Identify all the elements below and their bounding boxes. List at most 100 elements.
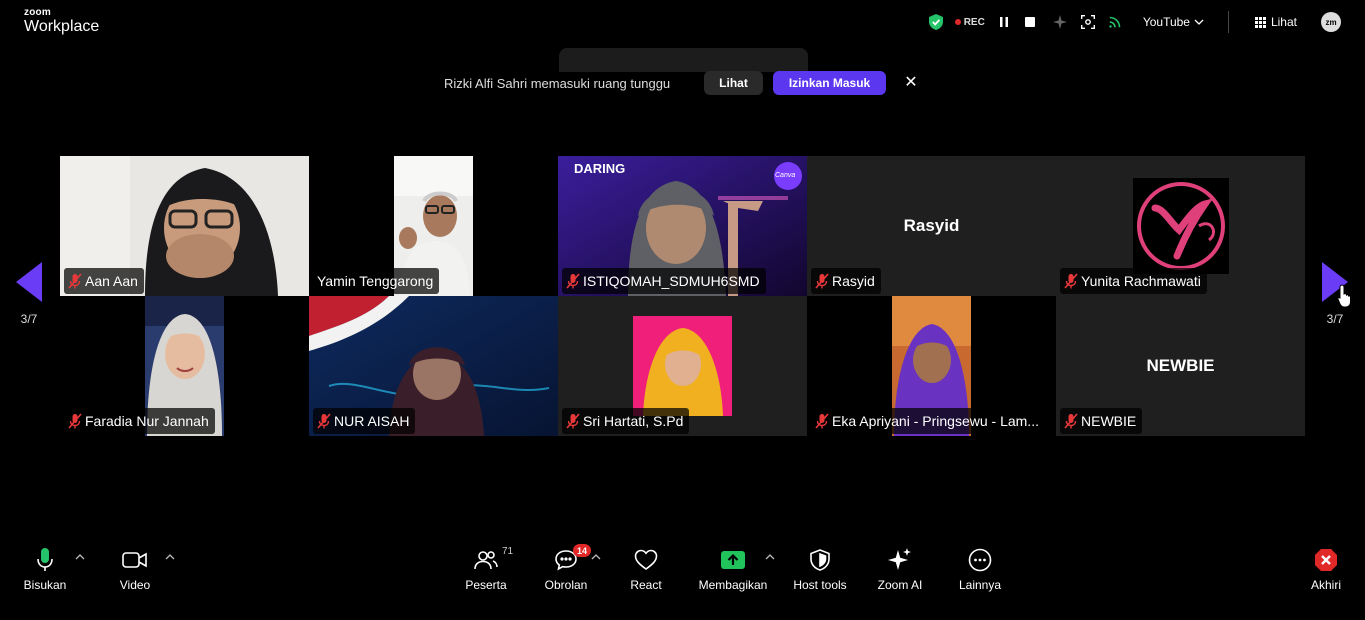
mic-muted-icon (566, 413, 580, 429)
stream-destination-dropdown[interactable]: YouTube (1143, 15, 1204, 29)
participant-tile[interactable]: Yamin Tenggarong (309, 156, 558, 296)
participants-button[interactable]: 71 Peserta (462, 546, 514, 592)
participant-tile[interactable]: NEWBIE NEWBIE (1056, 296, 1305, 436)
top-bar-controls: REC YouTube Lihat zm (928, 0, 1365, 44)
mic-muted-icon (815, 273, 829, 289)
microphone-icon (37, 548, 53, 571)
mute-button[interactable]: Bisukan (24, 546, 66, 592)
participant-name-tag: Yunita Rachmawati (1060, 268, 1207, 294)
view-menu-label: Lihat (1270, 15, 1297, 29)
participants-label: Peserta (465, 578, 507, 592)
ai-companion-button[interactable] (1052, 0, 1067, 44)
participant-name-tag: Rasyid (811, 268, 881, 294)
view-menu-button[interactable]: Lihat (1254, 15, 1297, 29)
record-dot-icon (954, 19, 961, 25)
zoom-ai-label: Zoom AI (877, 578, 923, 592)
page-indicator-left: 3/7 (20, 312, 38, 326)
share-screen-button[interactable]: Membagikan (696, 546, 770, 592)
share-options-chevron-icon[interactable] (765, 554, 775, 560)
participant-tile[interactable]: Yunita Rachmawati (1056, 156, 1305, 296)
participant-tile[interactable]: NUR AISAH (309, 296, 558, 436)
grid-icon (1254, 16, 1266, 28)
participant-tile[interactable]: Faradia Nur Jannah (60, 296, 309, 436)
participant-name: Yamin Tenggarong (317, 273, 434, 289)
mute-label: Bisukan (23, 578, 67, 592)
participant-tile[interactable]: DARING Canva ISTIQOMAH_SDMUH6SMD (558, 156, 807, 296)
participant-name: NEWBIE (1081, 413, 1137, 429)
rec-label: REC (963, 16, 985, 28)
mic-muted-icon (1064, 273, 1078, 289)
participant-name: Aan Aan (85, 273, 138, 289)
chevron-down-icon (1194, 19, 1204, 25)
pause-icon (999, 17, 1008, 27)
chat-options-chevron-icon[interactable] (591, 554, 601, 560)
waiting-room-message: Rizki Alfi Sahri memasuki ruang tunggu (444, 75, 671, 91)
react-button[interactable]: React (626, 546, 666, 592)
page-indicator-right: 3/7 (1326, 312, 1344, 326)
participant-name: NUR AISAH (334, 413, 410, 429)
focus-icon (1080, 15, 1095, 29)
recording-indicator: REC (954, 16, 985, 28)
host-tools-button[interactable]: Host tools (790, 546, 850, 592)
pause-recording-button[interactable] (999, 0, 1009, 44)
end-label: Akhiri (1310, 578, 1341, 592)
mic-options-chevron-icon[interactable] (75, 554, 85, 560)
video-button[interactable]: Video (114, 546, 156, 592)
participant-name-tag: Eka Apriyani - Pringsewu - Lam... (811, 408, 1045, 434)
mic-muted-icon (317, 413, 331, 429)
more-button[interactable]: Lainnya (954, 546, 1006, 592)
participant-name-tag: ISTIQOMAH_SDMUH6SMD (562, 268, 766, 294)
participant-name-tag: Yamin Tenggarong (313, 268, 440, 294)
arrow-left-icon[interactable] (16, 262, 42, 302)
logo-brand-top: zoom (24, 7, 51, 18)
participant-name-tag: Faradia Nur Jannah (64, 408, 215, 434)
participant-name: Yunita Rachmawati (1081, 273, 1201, 289)
participant-name: Sri Hartati, S.Pd (583, 413, 684, 429)
admit-button[interactable]: Izinkan Masuk (772, 71, 887, 95)
mic-muted-icon (566, 273, 580, 289)
stop-recording-button[interactable] (1024, 0, 1035, 44)
close-icon[interactable]: ✕ (904, 75, 917, 91)
video-camera-icon (122, 552, 147, 568)
host-tools-label: Host tools (793, 578, 847, 592)
participant-tile[interactable]: Eka Apriyani - Pringsewu - Lam... (807, 296, 1056, 436)
previous-page-control: 3/7 (16, 262, 42, 326)
profile-avatar[interactable]: zm (1321, 12, 1341, 32)
shield-check-icon (928, 14, 943, 30)
profile-picture (1133, 178, 1229, 274)
live-stream-indicator[interactable] (1109, 0, 1121, 44)
participant-name-tag: Sri Hartati, S.Pd (562, 408, 690, 434)
participant-name: Faradia Nur Jannah (85, 413, 209, 429)
waiting-room-notice: Rizki Alfi Sahri memasuki ruang tunggu L… (444, 70, 918, 96)
share-label: Membagikan (698, 578, 768, 592)
mic-muted-icon (815, 413, 829, 429)
stream-destination-label: YouTube (1142, 15, 1190, 29)
view-waiting-room-button[interactable]: Lihat (704, 71, 763, 95)
zoom-ai-button[interactable]: Zoom AI (872, 546, 928, 592)
participant-tile[interactable]: Rasyid Rasyid (807, 156, 1056, 296)
participant-tile[interactable]: Sri Hartati, S.Pd (558, 296, 807, 436)
chat-label: Obrolan (544, 578, 588, 592)
chat-button[interactable]: 14 Obrolan (544, 544, 591, 592)
mic-muted-icon (1064, 413, 1078, 429)
mouse-cursor-icon (1337, 284, 1351, 308)
participant-name-tag: NEWBIE (1060, 408, 1143, 434)
end-meeting-button[interactable]: Akhiri (1306, 546, 1346, 592)
participant-name-tag: Aan Aan (64, 268, 144, 294)
participant-tile[interactable]: Aan Aan (60, 156, 309, 296)
people-icon (474, 551, 498, 570)
participant-name: ISTIQOMAH_SDMUH6SMD (583, 273, 760, 289)
more-dots-icon (968, 548, 992, 572)
video-options-chevron-icon[interactable] (165, 554, 175, 560)
participants-count: 71 (502, 546, 514, 557)
mic-muted-icon (68, 273, 82, 289)
sparkle-icon (1052, 15, 1067, 29)
focus-mode-button[interactable] (1080, 0, 1095, 44)
logo-brand-bottom: Workplace (24, 18, 100, 35)
stop-icon (1024, 17, 1035, 27)
shield-icon (810, 549, 830, 571)
profile-picture (633, 316, 732, 416)
canva-logo: Canva (775, 172, 796, 179)
react-label: React (630, 578, 662, 592)
encryption-shield[interactable] (928, 0, 943, 44)
